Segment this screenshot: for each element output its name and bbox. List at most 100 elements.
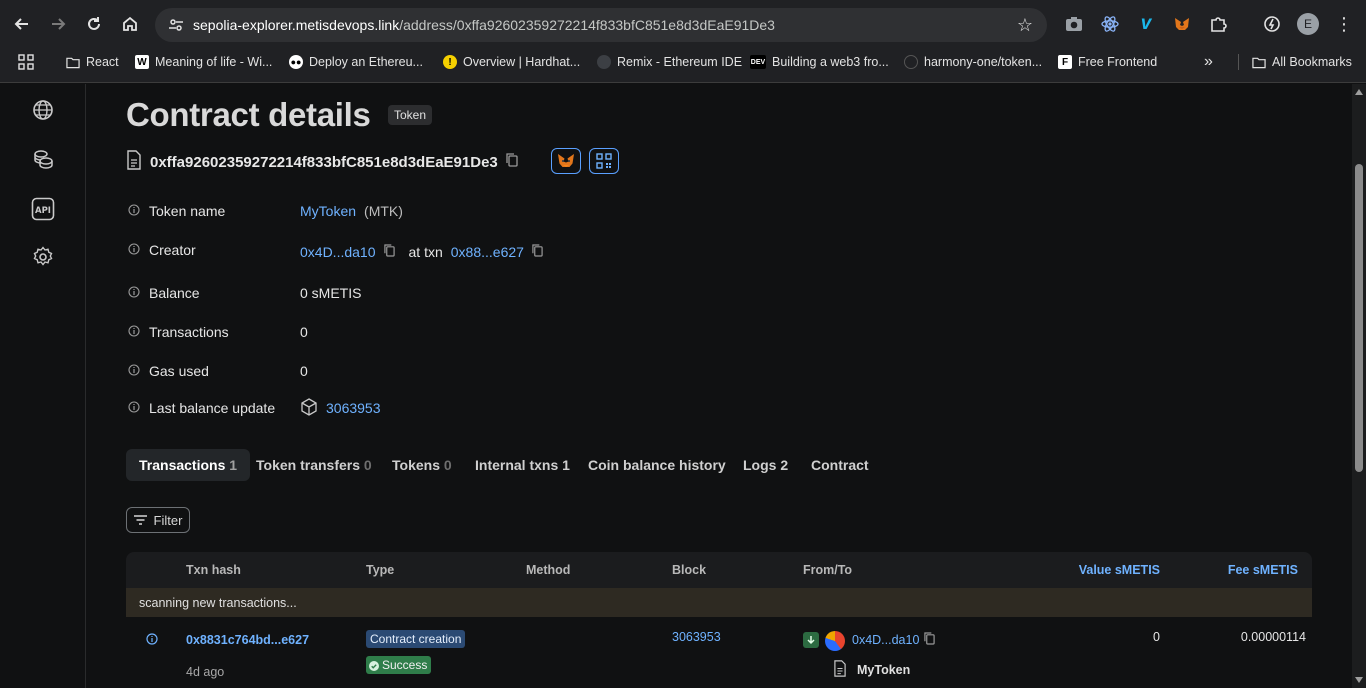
creator-row: Creator 0x4D...da10 at txn 0x88...e627 (128, 240, 543, 260)
bookmark-label: harmony-one/token... (924, 55, 1043, 69)
tab-token-transfers[interactable]: Token transfers 0 (256, 449, 372, 481)
info-icon[interactable] (128, 203, 140, 219)
bookmark-free-frontend[interactable]: F Free Frontend (1058, 53, 1157, 71)
site-settings-icon[interactable] (167, 16, 185, 34)
token-name-link[interactable]: MyToken (300, 203, 356, 219)
tab-coin-balance-history[interactable]: Coin balance history (588, 449, 726, 481)
txn-hash-link[interactable]: 0x8831c764bd...e627 (186, 633, 309, 647)
token-type-badge: Token (388, 105, 433, 125)
contract-address-row: 0xffa92602359272214f833bfC851e8d3dEaE91D… (126, 149, 518, 174)
api-icon[interactable]: API (30, 196, 56, 222)
scroll-up-arrow-icon[interactable] (1355, 89, 1363, 95)
copy-icon[interactable] (924, 632, 935, 648)
vimeo-extension-icon[interactable]: v (1135, 13, 1157, 35)
transactions-value: 0 (300, 324, 308, 340)
status-badge: Success (366, 656, 432, 674)
tab-logs[interactable]: Logs 2 (743, 449, 788, 481)
gear-icon[interactable] (30, 244, 56, 270)
scroll-down-arrow-icon[interactable] (1355, 677, 1363, 683)
apps-grid-icon[interactable] (18, 53, 34, 71)
bookmark-remix[interactable]: Remix - Ethereum IDE (597, 53, 742, 71)
reload-icon[interactable] (80, 10, 108, 38)
bookmark-react[interactable]: React (66, 53, 119, 71)
filter-button[interactable]: Filter (126, 507, 190, 533)
from-address-link[interactable]: 0x4D...da10 (852, 633, 919, 647)
add-to-metamask-button[interactable] (551, 148, 581, 174)
forward-icon[interactable] (44, 10, 72, 38)
wikipedia-icon: W (135, 55, 149, 69)
scanning-text: scanning new transactions... (139, 596, 297, 610)
bookmarks-bar: React W Meaning of life - Wi... ●● Deplo… (0, 50, 1366, 74)
tab-transactions[interactable]: Transactions 1 (126, 449, 251, 481)
info-icon[interactable] (128, 363, 140, 379)
performance-icon[interactable] (1261, 13, 1283, 35)
info-icon[interactable] (128, 242, 140, 258)
bookmark-hardhat[interactable]: ! Overview | Hardhat... (443, 53, 580, 71)
creator-value: 0x4D...da10 at txn 0x88...e627 (300, 244, 543, 260)
creator-txn-link[interactable]: 0x88...e627 (451, 244, 524, 260)
copy-icon[interactable] (506, 152, 518, 172)
folder-icon (66, 55, 80, 69)
all-bookmarks-button[interactable]: All Bookmarks (1252, 53, 1352, 71)
th-value[interactable]: Value sMETIS (1079, 563, 1160, 577)
metamask-extension-icon[interactable] (1171, 13, 1193, 35)
bookmark-github[interactable]: harmony-one/token... (904, 53, 1042, 71)
incoming-arrow-icon (803, 632, 819, 648)
tab-internal-txns[interactable]: Internal txns 1 (475, 449, 570, 481)
tokens-coins-icon[interactable] (30, 146, 56, 172)
home-icon[interactable] (116, 10, 144, 38)
browser-menu-icon[interactable]: ⋮ (1333, 13, 1355, 35)
profile-avatar[interactable]: E (1297, 13, 1319, 35)
qr-code-button[interactable] (589, 148, 619, 174)
balance-row: Balance 0 sMETIS (128, 283, 361, 303)
info-icon[interactable] (128, 400, 140, 416)
transactions-table-header: Txn hash Type Method Block From/To Value… (126, 552, 1312, 588)
tab-tokens[interactable]: Tokens 0 (392, 449, 452, 481)
folder-icon (1252, 55, 1266, 69)
transactions-row: Transactions 0 (128, 322, 308, 342)
bookmark-label: Remix - Ethereum IDE (617, 55, 743, 69)
copy-icon[interactable] (532, 244, 543, 260)
table-row: 0x8831c764bd...e627 4d ago Contract crea… (126, 617, 1312, 688)
page-title: Contract details (126, 96, 371, 133)
tab-contract[interactable]: Contract (811, 449, 869, 481)
bookmark-label: React (86, 55, 119, 69)
globe-icon[interactable] (30, 97, 56, 123)
explorer-page: API Contract details Token 0xffa92602359… (0, 84, 1352, 688)
scrollbar-thumb[interactable] (1355, 164, 1363, 472)
token-symbol: (MTK) (364, 203, 403, 219)
info-icon[interactable] (146, 633, 158, 648)
contract-address: 0xffa92602359272214f833bfC851e8d3dEaE91D… (150, 153, 498, 171)
info-icon[interactable] (128, 324, 140, 340)
bookmark-label: Building a web3 fro... (772, 55, 889, 69)
bookmark-medium[interactable]: ●● Deploy an Ethereu... (289, 53, 423, 71)
back-icon[interactable] (8, 10, 36, 38)
bookmark-wikipedia[interactable]: W Meaning of life - Wi... (135, 53, 272, 71)
block-link[interactable]: 3063953 (672, 630, 721, 644)
to-contract-name[interactable]: MyToken (857, 663, 910, 677)
camera-extension-icon[interactable] (1063, 13, 1085, 35)
info-icon[interactable] (128, 285, 140, 301)
txn-age: 4d ago (186, 665, 225, 679)
page-scrollbar[interactable] (1352, 84, 1366, 688)
freefrontend-icon: F (1058, 55, 1072, 69)
contract-document-icon (833, 660, 847, 680)
extensions-puzzle-icon[interactable] (1207, 13, 1229, 35)
url-path: /address/0xffa92602359272214f833bfC851e8… (399, 17, 775, 33)
last-balance-block-link[interactable]: 3063953 (326, 400, 381, 416)
github-icon (904, 55, 918, 69)
address-bar[interactable]: sepolia-explorer.metisdevops.link/addres… (155, 8, 1047, 42)
balance-value: 0 sMETIS (300, 285, 362, 301)
bookmark-star-icon[interactable]: ☆ (1017, 15, 1033, 36)
th-method: Method (526, 563, 571, 577)
browser-chrome: sepolia-explorer.metisdevops.link/addres… (0, 0, 1366, 83)
th-fee[interactable]: Fee sMETIS (1228, 563, 1298, 577)
url-text: sepolia-explorer.metisdevops.link/addres… (193, 17, 775, 33)
th-type: Type (366, 563, 395, 577)
creator-address-link[interactable]: 0x4D...da10 (300, 244, 376, 260)
txn-fee: 0.00000114 (1240, 630, 1306, 644)
copy-icon[interactable] (383, 244, 395, 260)
bookmarks-overflow-button[interactable]: » (1204, 53, 1213, 71)
bookmark-dev[interactable]: DEV Building a web3 fro... (750, 53, 889, 71)
react-devtools-icon[interactable] (1099, 13, 1121, 35)
